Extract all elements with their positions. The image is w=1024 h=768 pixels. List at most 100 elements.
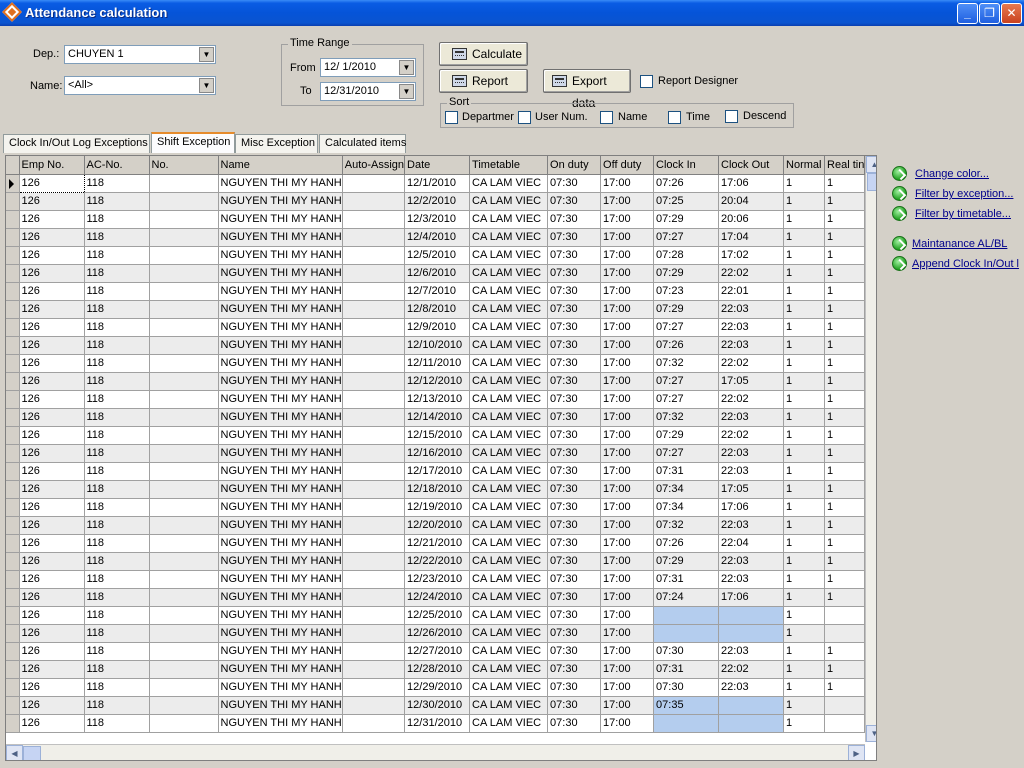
table-cell[interactable]: CA LAM VIEC xyxy=(469,408,549,427)
table-cell[interactable]: 07:30 xyxy=(547,642,602,661)
table-cell[interactable]: 07:30 xyxy=(547,192,602,211)
table-cell[interactable]: 20:04 xyxy=(718,192,785,211)
calculate-button[interactable]: Calculate xyxy=(439,42,528,66)
column-header[interactable]: On duty xyxy=(547,156,602,175)
table-cell[interactable]: 1 xyxy=(783,426,826,445)
table-cell[interactable]: 118 xyxy=(84,210,150,229)
table-row[interactable]: 126 118 NGUYEN THI MY HANH 12/25/2010 CA LAM… xyxy=(6,606,866,625)
table-cell[interactable] xyxy=(149,354,219,373)
table-cell[interactable]: 12/28/2010 xyxy=(404,660,471,679)
table-row[interactable]: 126 118 NGUYEN THI MY HANH 12/26/2010 CA LAM… xyxy=(6,624,866,643)
table-cell[interactable]: 17:00 xyxy=(600,246,655,265)
table-cell[interactable]: 1 xyxy=(824,264,866,283)
table-cell[interactable] xyxy=(718,606,785,625)
table-cell[interactable]: 22:04 xyxy=(718,534,785,553)
table-cell[interactable] xyxy=(342,282,406,301)
table-cell[interactable]: 1 xyxy=(783,606,826,625)
table-cell[interactable]: 07:32 xyxy=(653,516,720,535)
table-cell[interactable]: 17:00 xyxy=(600,588,655,607)
table-row[interactable]: 126 118 NGUYEN THI MY HANH 12/22/2010 CA LAM… xyxy=(6,552,866,571)
table-cell[interactable]: 126 xyxy=(19,516,85,535)
table-cell[interactable] xyxy=(718,624,785,643)
table-cell[interactable]: 07:30 xyxy=(547,516,602,535)
table-cell[interactable] xyxy=(824,624,866,643)
table-cell[interactable] xyxy=(149,174,219,193)
table-cell[interactable]: NGUYEN THI MY HANH xyxy=(218,228,343,247)
row-indicator[interactable] xyxy=(6,228,20,247)
table-row[interactable]: 126 118 NGUYEN THI MY HANH 12/27/2010 CA LAM… xyxy=(6,642,866,661)
table-cell[interactable]: CA LAM VIEC xyxy=(469,462,549,481)
table-cell[interactable]: 126 xyxy=(19,318,85,337)
table-cell[interactable] xyxy=(149,498,219,517)
table-cell[interactable]: 126 xyxy=(19,336,85,355)
table-cell[interactable] xyxy=(342,228,406,247)
row-indicator[interactable] xyxy=(6,246,20,265)
table-cell[interactable] xyxy=(342,210,406,229)
table-row[interactable]: 126 118 NGUYEN THI MY HANH 12/19/2010 CA LAM… xyxy=(6,498,866,517)
table-cell[interactable]: 17:00 xyxy=(600,498,655,517)
table-cell[interactable]: 07:35 xyxy=(653,696,720,715)
table-cell[interactable]: 07:34 xyxy=(653,480,720,499)
table-cell[interactable]: 126 xyxy=(19,714,85,733)
table-cell[interactable]: 126 xyxy=(19,246,85,265)
column-header[interactable]: Off duty xyxy=(600,156,655,175)
table-cell[interactable]: 12/21/2010 xyxy=(404,534,471,553)
table-cell[interactable]: 12/23/2010 xyxy=(404,570,471,589)
table-cell[interactable]: 126 xyxy=(19,264,85,283)
table-cell[interactable]: 118 xyxy=(84,408,150,427)
table-cell[interactable] xyxy=(342,552,406,571)
table-cell[interactable]: 22:03 xyxy=(718,318,785,337)
table-cell[interactable]: 118 xyxy=(84,642,150,661)
table-cell[interactable]: CA LAM VIEC xyxy=(469,210,549,229)
table-cell[interactable] xyxy=(149,426,219,445)
scroll-left-icon[interactable]: ◀ xyxy=(6,745,23,760)
table-cell[interactable]: 07:27 xyxy=(653,444,720,463)
table-cell[interactable]: 07:30 xyxy=(547,570,602,589)
table-row[interactable]: 126 118 NGUYEN THI MY HANH 12/9/2010 CA LAM … xyxy=(6,318,866,337)
table-cell[interactable]: CA LAM VIEC xyxy=(469,588,549,607)
table-cell[interactable]: CA LAM VIEC xyxy=(469,246,549,265)
table-cell[interactable]: 118 xyxy=(84,588,150,607)
table-cell[interactable]: 1 xyxy=(824,552,866,571)
table-cell[interactable]: 12/24/2010 xyxy=(404,588,471,607)
table-cell[interactable] xyxy=(342,462,406,481)
table-cell[interactable]: NGUYEN THI MY HANH xyxy=(218,696,343,715)
name-select[interactable]: <All> ▼ xyxy=(64,76,216,95)
table-cell[interactable]: 07:30 xyxy=(547,336,602,355)
table-cell[interactable] xyxy=(149,192,219,211)
table-cell[interactable]: 07:27 xyxy=(653,390,720,409)
table-cell[interactable]: 1 xyxy=(783,480,826,499)
row-indicator[interactable] xyxy=(6,642,20,661)
table-cell[interactable] xyxy=(149,372,219,391)
table-cell[interactable]: 07:30 xyxy=(547,228,602,247)
table-cell[interactable]: NGUYEN THI MY HANH xyxy=(218,660,343,679)
table-row[interactable]: 126 118 NGUYEN THI MY HANH 12/28/2010 CA LAM… xyxy=(6,660,866,679)
table-cell[interactable]: 118 xyxy=(84,246,150,265)
column-header[interactable]: AC-No. xyxy=(84,156,150,175)
table-cell[interactable] xyxy=(149,318,219,337)
table-cell[interactable]: 118 xyxy=(84,696,150,715)
table-cell[interactable]: 118 xyxy=(84,390,150,409)
table-cell[interactable] xyxy=(149,714,219,733)
row-indicator[interactable] xyxy=(6,678,20,697)
table-cell[interactable]: 07:30 xyxy=(547,696,602,715)
table-cell[interactable]: 17:00 xyxy=(600,570,655,589)
table-cell[interactable]: 17:06 xyxy=(718,588,785,607)
table-row[interactable]: 126 118 NGUYEN THI MY HANH 12/14/2010 CA LAM… xyxy=(6,408,866,427)
minimize-button[interactable]: _ xyxy=(957,3,978,24)
table-cell[interactable]: 07:29 xyxy=(653,264,720,283)
table-cell[interactable]: 1 xyxy=(783,282,826,301)
table-cell[interactable] xyxy=(149,228,219,247)
table-cell[interactable]: 1 xyxy=(824,372,866,391)
table-cell[interactable]: 22:02 xyxy=(718,354,785,373)
table-cell[interactable]: 12/26/2010 xyxy=(404,624,471,643)
vertical-scrollbar[interactable]: ▲ ▼ xyxy=(865,156,876,742)
table-cell[interactable]: 12/9/2010 xyxy=(404,318,471,337)
table-cell[interactable]: 12/12/2010 xyxy=(404,372,471,391)
table-cell[interactable]: 118 xyxy=(84,282,150,301)
table-cell[interactable]: 07:26 xyxy=(653,534,720,553)
table-cell[interactable]: 118 xyxy=(84,354,150,373)
table-cell[interactable]: CA LAM VIEC xyxy=(469,570,549,589)
table-cell[interactable]: 17:00 xyxy=(600,678,655,697)
table-row[interactable]: 126 118 NGUYEN THI MY HANH 12/7/2010 CA LAM … xyxy=(6,282,866,301)
